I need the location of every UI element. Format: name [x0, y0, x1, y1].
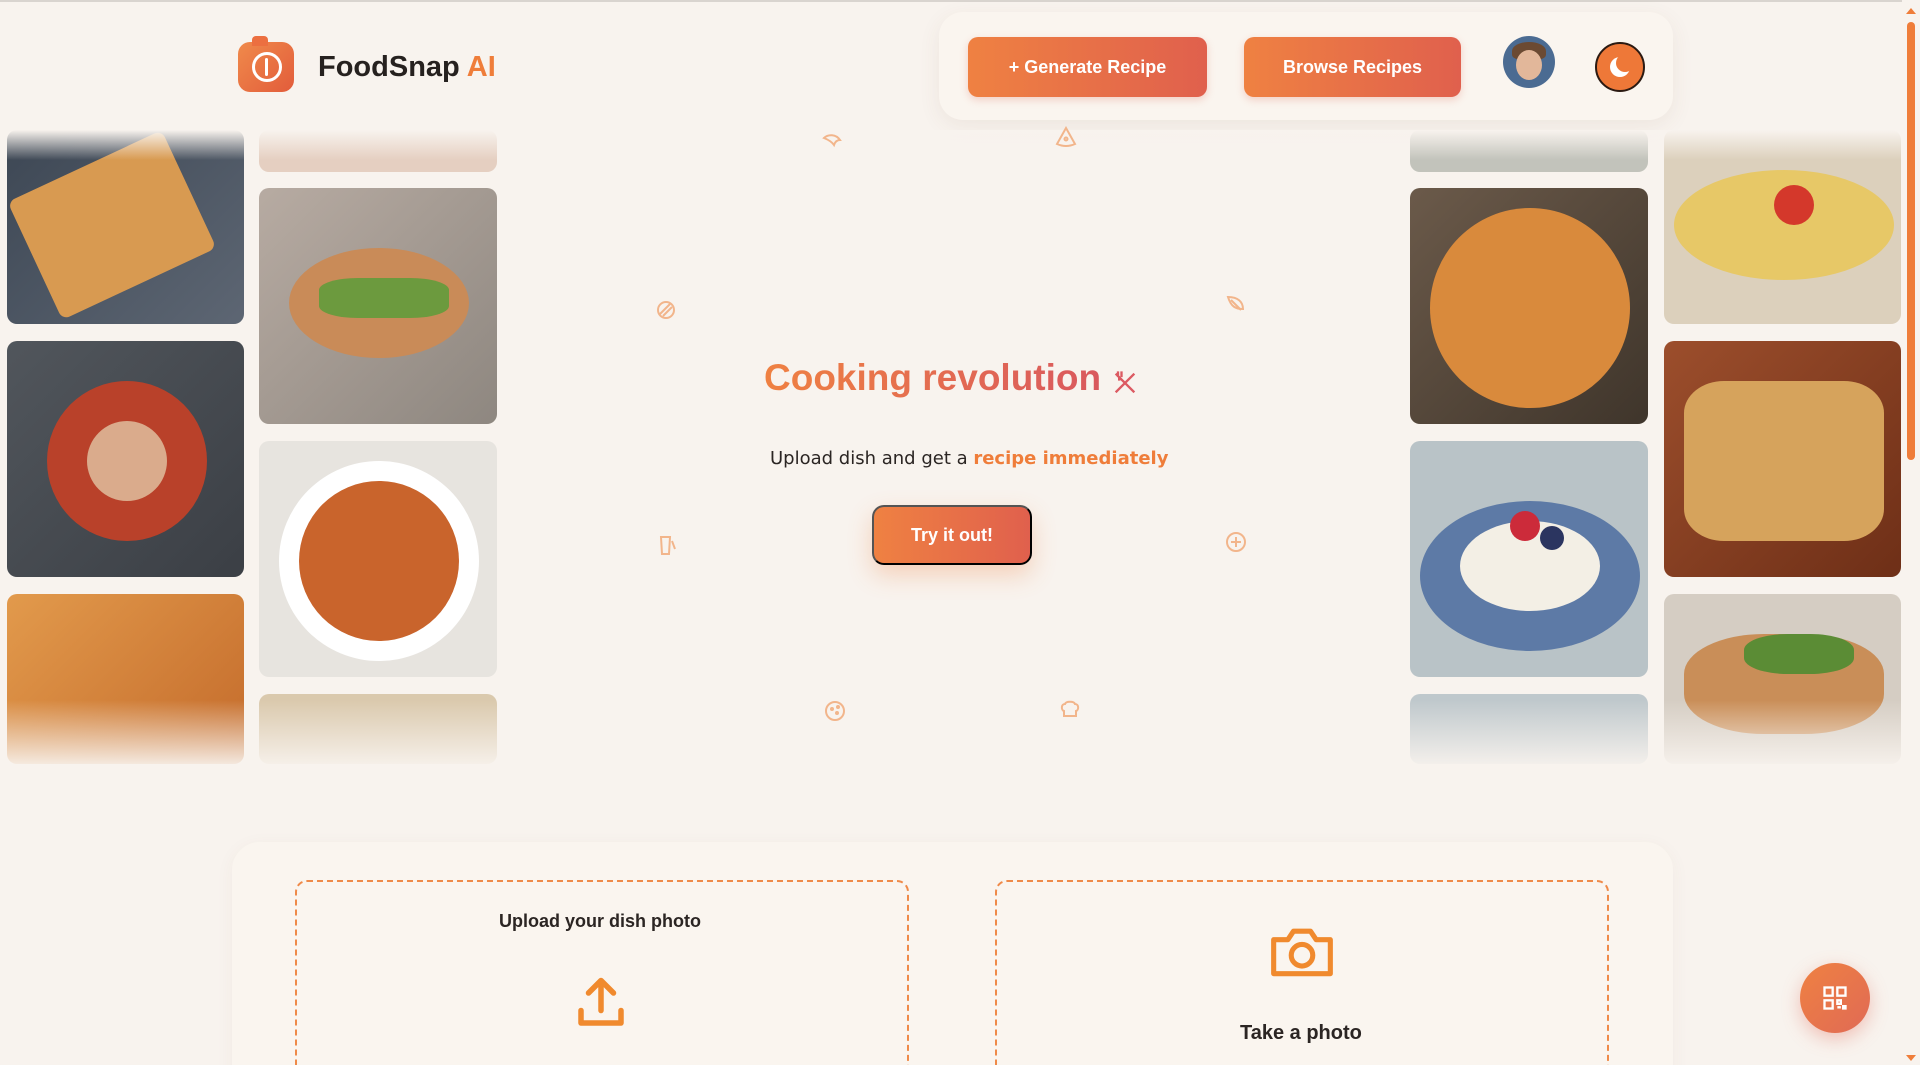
brand-name: FoodSnap AI [318, 50, 496, 83]
drink-cup-icon [659, 536, 676, 555]
cookie-icon [825, 701, 845, 721]
hero-title: Cooking revolution [764, 357, 1102, 398]
candy-icon [657, 301, 675, 319]
food-image-chicken-pita [259, 188, 497, 424]
gallery-fade-top [0, 130, 1920, 160]
camera-fork-icon [238, 36, 294, 92]
scrollbar-thumb[interactable] [1907, 22, 1915, 460]
food-image-quesadilla [1664, 341, 1901, 577]
croissant-icon [822, 134, 842, 148]
user-avatar[interactable] [1503, 36, 1555, 88]
generate-recipe-button[interactable]: + Generate Recipe [968, 37, 1207, 97]
browse-recipes-button[interactable]: Browse Recipes [1244, 37, 1461, 97]
food-image-creamy-penne [1410, 188, 1648, 424]
page-scrollbar[interactable] [1902, 0, 1920, 1065]
scroll-up-icon[interactable] [1906, 8, 1916, 14]
food-image-panna-cotta [1410, 441, 1648, 677]
food-image-vegetable-soup [259, 441, 497, 677]
leaf-icon [1226, 295, 1245, 311]
lemon-icon [1226, 532, 1246, 552]
camera-title: Take a photo [1240, 1022, 1362, 1044]
top-border [0, 0, 1920, 2]
theme-toggle-button[interactable] [1595, 42, 1645, 92]
upload-icon [578, 977, 624, 1026]
utensils-icon [1114, 371, 1136, 394]
gallery-fade-bottom [0, 700, 1920, 770]
moon-icon [1610, 54, 1634, 77]
scroll-down-icon[interactable] [1906, 1055, 1916, 1061]
try-it-out-button[interactable]: Try it out! [872, 505, 1032, 565]
pizza-slice-icon [1055, 125, 1077, 147]
food-image-tomato-stew [7, 341, 244, 577]
chef-hat-icon [1060, 700, 1080, 717]
hero-subtitle: Upload dish and get a recipe immediately [770, 448, 1169, 469]
upload-title: Upload your dish photo [499, 911, 701, 931]
camera-icon [1271, 928, 1333, 977]
qr-code-button[interactable] [1800, 963, 1870, 1033]
brand-logo[interactable]: FoodSnap AI [238, 36, 496, 92]
qr-code-icon [1823, 986, 1847, 1010]
